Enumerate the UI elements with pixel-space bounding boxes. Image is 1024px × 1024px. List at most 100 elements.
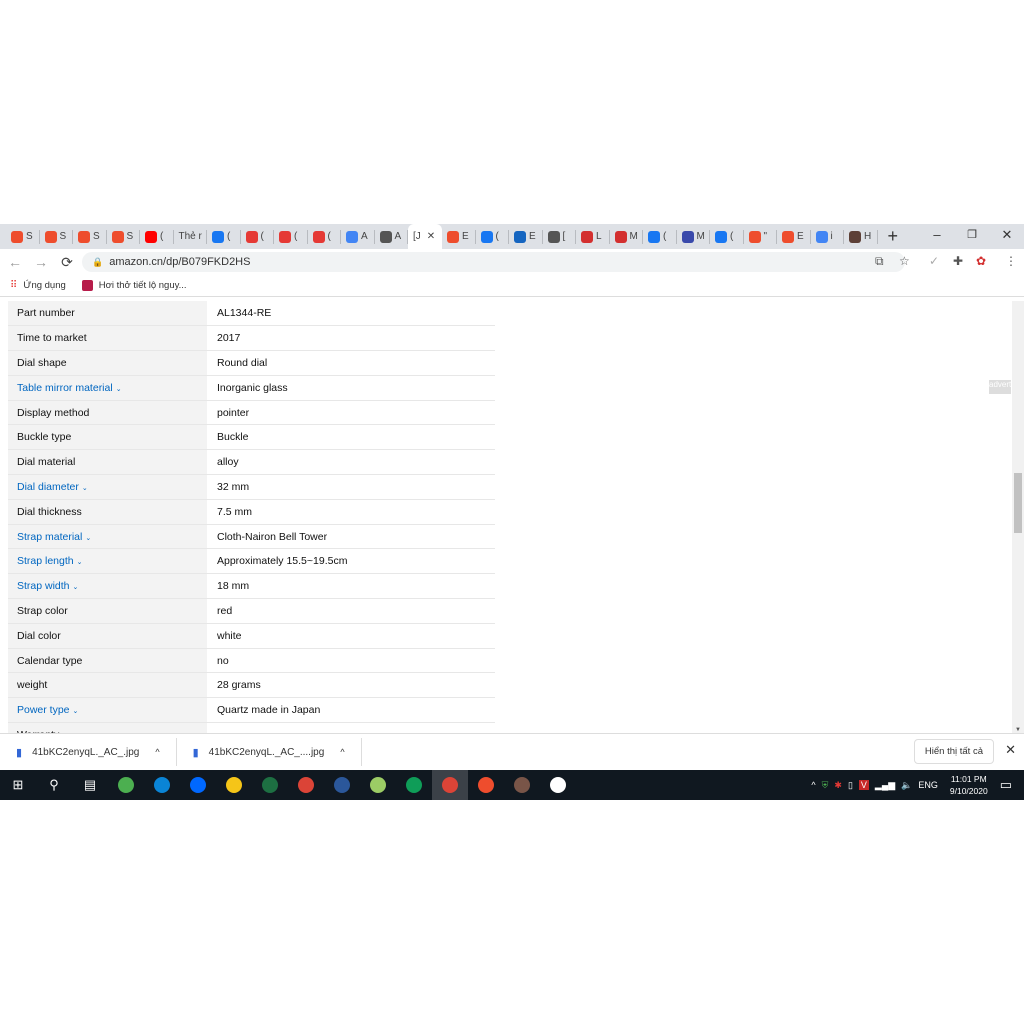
browser-tab[interactable]: ( xyxy=(710,229,744,244)
browser-tab[interactable]: [J ✕ xyxy=(408,224,442,249)
spec-label[interactable]: Power type ⌄ xyxy=(8,697,207,724)
chrome-icon xyxy=(442,777,458,793)
browser-tab[interactable]: S xyxy=(40,229,73,244)
taskbar-app[interactable] xyxy=(216,770,252,800)
browser-tab[interactable]: E xyxy=(509,229,543,244)
download-item[interactable]: ▮ 41bKC2enyqL._AC_....jpg ^ xyxy=(177,738,362,766)
taskbar-app[interactable] xyxy=(324,770,360,800)
spec-label[interactable]: Strap material ⌄ xyxy=(8,524,207,550)
bookmark-star-icon[interactable]: ☆ xyxy=(899,254,910,268)
taskbar-app[interactable] xyxy=(108,770,144,800)
browser-tab[interactable]: S xyxy=(6,229,40,244)
spec-label[interactable]: Strap width ⌄ xyxy=(8,573,207,600)
spec-label[interactable]: Dial diameter ⌄ xyxy=(8,474,207,500)
globe-icon xyxy=(547,230,560,243)
wifi-icon[interactable]: ▂▄▆ xyxy=(875,780,895,791)
download-item[interactable]: ▮ 41bKC2enyqL._AC_.jpg ^ xyxy=(0,738,177,766)
tab-title: ( xyxy=(327,231,331,242)
check-extension-icon[interactable]: ✓ xyxy=(929,254,939,268)
restore-button[interactable]: ❐ xyxy=(955,224,989,246)
spec-label: Dial material xyxy=(8,449,207,476)
spec-key: Dial diameter xyxy=(17,480,79,493)
taskbar-app[interactable] xyxy=(360,770,396,800)
menu-icon[interactable]: ⋮ xyxy=(1005,254,1017,268)
browser-tab[interactable]: ( xyxy=(308,229,341,244)
browser-tab[interactable]: ( xyxy=(241,229,274,244)
spec-row: Buckle type Buckle xyxy=(8,424,495,451)
notifications-icon[interactable]: ▭ xyxy=(1000,777,1012,793)
browser-tab[interactable]: S xyxy=(107,229,140,244)
browser-tab[interactable]: L xyxy=(576,229,610,244)
reload-button[interactable]: ⟳ xyxy=(54,254,80,271)
taskbar-app[interactable] xyxy=(540,770,576,800)
browser-tab[interactable]: S xyxy=(73,229,107,244)
browser-tab[interactable]: " xyxy=(744,229,777,244)
taskbar-app[interactable] xyxy=(144,770,180,800)
browser-tab[interactable]: ( xyxy=(476,229,509,244)
translate-icon[interactable]: ⧉ xyxy=(875,254,884,269)
bookmark-item[interactable]: Hơi thở tiết lộ nguy... xyxy=(99,280,187,291)
usb-icon[interactable]: ▯ xyxy=(848,780,853,791)
chevron-down-icon[interactable]: ⌄ xyxy=(77,559,83,566)
close-downloads-icon[interactable]: ✕ xyxy=(1005,742,1016,758)
taskbar-app[interactable] xyxy=(504,770,540,800)
browser-tab[interactable]: M xyxy=(610,229,643,244)
search-icon[interactable]: ⚲ xyxy=(36,770,72,800)
taskbar-app[interactable] xyxy=(252,770,288,800)
address-bar[interactable]: 🔒 amazon.cn/dp/B079FKD2HS xyxy=(82,252,905,272)
show-all-button[interactable]: Hiển thị tất cả xyxy=(913,739,994,764)
spec-label[interactable]: Table mirror material ⌄ xyxy=(8,375,207,401)
chevron-down-icon[interactable]: ⌄ xyxy=(73,708,79,715)
chevron-up-icon[interactable]: ^ xyxy=(155,747,159,757)
app-tray-icon[interactable]: ✱ xyxy=(834,780,842,791)
taskbar-app[interactable] xyxy=(288,770,324,800)
apps-icon[interactable]: ⠿ xyxy=(10,280,17,291)
browser-tab[interactable]: i xyxy=(811,229,844,244)
scrollbar[interactable]: ▼ xyxy=(1012,301,1024,733)
browser-tab[interactable]: A xyxy=(341,229,375,244)
browser-tab[interactable]: H xyxy=(844,229,878,244)
show-hidden-icons[interactable]: ^ xyxy=(811,780,815,790)
close-window-button[interactable]: ✕ xyxy=(990,224,1024,246)
start-button[interactable]: ⊞ xyxy=(0,770,36,800)
browser-tab[interactable]: E xyxy=(442,229,476,244)
extensions-icon[interactable]: ✚ xyxy=(953,254,963,268)
forward-button[interactable]: → xyxy=(28,254,54,270)
chevron-up-icon[interactable]: ^ xyxy=(340,747,344,757)
language-indicator[interactable]: ENG xyxy=(918,780,938,790)
taskbar-app[interactable] xyxy=(468,770,504,800)
browser-tab[interactable]: ( xyxy=(140,229,174,244)
tab-title: E xyxy=(529,231,536,242)
chevron-down-icon[interactable]: ⌄ xyxy=(85,535,91,542)
chevron-down-icon[interactable]: ⌄ xyxy=(73,584,79,591)
taskbar-app[interactable] xyxy=(432,770,468,800)
browser-tab[interactable]: ( xyxy=(207,229,241,244)
browser-tab[interactable]: M xyxy=(677,229,710,244)
back-button[interactable]: ← xyxy=(2,254,28,270)
new-tab-button[interactable]: + xyxy=(888,226,899,247)
antivirus-icon[interactable]: V xyxy=(858,780,869,790)
al-icon xyxy=(681,230,694,243)
browser-tab[interactable]: ( xyxy=(643,229,677,244)
bookmark-apps[interactable]: Ứng dụng xyxy=(23,280,65,291)
browser-tab[interactable]: E xyxy=(777,229,811,244)
profile-extension-icon[interactable]: ✿ xyxy=(976,254,986,268)
chevron-down-icon[interactable]: ⌄ xyxy=(116,386,122,393)
security-icon[interactable]: ⛨ xyxy=(822,780,829,791)
scrollbar-thumb[interactable] xyxy=(1014,473,1022,533)
browser-tab[interactable]: A xyxy=(375,229,408,244)
taskbar-app[interactable] xyxy=(180,770,216,800)
app-icon xyxy=(312,230,325,243)
minimize-button[interactable]: – xyxy=(920,224,954,246)
taskbar-app[interactable] xyxy=(396,770,432,800)
browser-tab[interactable]: Thẻ r xyxy=(174,229,207,244)
clock[interactable]: 11:01 PM 9/10/2020 xyxy=(950,773,988,797)
volume-icon[interactable]: 🔈 xyxy=(901,780,912,791)
browser-tab[interactable]: ( xyxy=(274,229,308,244)
browser-tab[interactable]: [ xyxy=(543,229,576,244)
spec-label[interactable]: Strap length ⌄ xyxy=(8,548,207,575)
task-view-icon[interactable]: ▤ xyxy=(72,770,108,800)
bookmarks-bar: ⠿ Ứng dụng Hơi thở tiết lộ nguy... xyxy=(0,275,1024,297)
chevron-down-icon[interactable]: ⌄ xyxy=(82,485,88,492)
close-tab-icon[interactable]: ✕ xyxy=(427,231,435,242)
